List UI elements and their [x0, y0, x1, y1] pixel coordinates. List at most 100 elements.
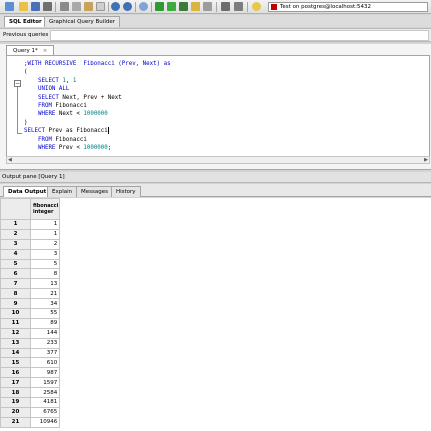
copy-icon[interactable]: [72, 2, 81, 11]
new-connection-icon[interactable]: [5, 2, 14, 11]
fibonacci-cell[interactable]: 1597: [29, 377, 61, 389]
execute-to-file-icon[interactable]: [179, 2, 188, 11]
fibonacci-cell[interactable]: 3: [29, 248, 61, 260]
execute-icon[interactable]: [155, 2, 164, 11]
fibonacci-cell[interactable]: 89: [29, 317, 61, 329]
help-icon[interactable]: [252, 2, 261, 11]
row-number[interactable]: 18: [0, 387, 31, 399]
row-number[interactable]: 20: [0, 406, 31, 418]
row-number[interactable]: 6: [0, 268, 31, 280]
table-row[interactable]: 43: [0, 248, 61, 260]
fibonacci-cell[interactable]: 34: [29, 298, 61, 310]
fibonacci-cell[interactable]: 55: [29, 308, 61, 319]
fibonacci-cell[interactable]: 1: [29, 228, 61, 240]
sql-text-area[interactable]: − ;WITH RECURSIVE Fibonacci (Prev, Next)…: [6, 55, 430, 160]
scroll-left-icon[interactable]: ◀: [8, 157, 12, 163]
table-row[interactable]: 17 1597: [0, 377, 61, 389]
table-row[interactable]: 18 2584: [0, 387, 61, 399]
row-number[interactable]: 21: [0, 416, 31, 428]
row-number[interactable]: 14: [0, 347, 31, 359]
scroll-right-icon[interactable]: ▶: [424, 157, 428, 163]
execute-pgscript-icon[interactable]: [167, 2, 176, 11]
row-number[interactable]: 8: [0, 288, 31, 300]
cancel-icon[interactable]: [203, 2, 212, 11]
editor-horizontal-scrollbar[interactable]: ◀ ▶: [6, 156, 430, 164]
table-row[interactable]: 55: [0, 258, 61, 270]
row-number[interactable]: 3: [0, 238, 31, 250]
table-row[interactable]: 21: [0, 228, 61, 240]
find-icon[interactable]: [139, 2, 148, 11]
fold-collapse-icon[interactable]: −: [14, 80, 21, 87]
table-row[interactable]: 20 6765: [0, 406, 61, 418]
row-number[interactable]: 4: [0, 248, 31, 260]
redo-icon[interactable]: [123, 2, 132, 11]
tab-messages[interactable]: Messages: [76, 186, 113, 197]
table-row[interactable]: 14 377: [0, 347, 61, 359]
explain-icon[interactable]: [191, 2, 200, 11]
table-row[interactable]: 10 55: [0, 308, 61, 319]
table-row[interactable]: 12 144: [0, 327, 61, 339]
row-number[interactable]: 15: [0, 357, 31, 369]
row-number[interactable]: 11: [0, 317, 31, 329]
data-output-grid[interactable]: fibonacci integer 1 1 2 1 3 2 4 3 5 5 6 8 7 13 8 21 9 34 10…: [0, 198, 431, 431]
table-row[interactable]: 8 21: [0, 288, 61, 300]
tab-data-output[interactable]: Data Output: [3, 186, 52, 197]
fibonacci-cell[interactable]: 1: [29, 219, 61, 230]
fibonacci-cell[interactable]: 987: [29, 367, 61, 379]
fibonacci-cell[interactable]: 5: [29, 258, 61, 270]
query-tab[interactable]: Query 1* ×: [6, 45, 55, 55]
row-number[interactable]: 12: [0, 327, 31, 339]
fibonacci-cell[interactable]: 2584: [29, 387, 61, 399]
fibonacci-cell[interactable]: 144: [29, 327, 61, 339]
row-number[interactable]: 19: [0, 397, 31, 408]
row-number[interactable]: 13: [0, 337, 31, 349]
row-number[interactable]: 9: [0, 298, 31, 310]
tab-history[interactable]: History: [111, 186, 141, 197]
indexes-icon[interactable]: [234, 2, 243, 11]
row-number[interactable]: 2: [0, 228, 31, 240]
vacuum-icon[interactable]: [221, 2, 230, 11]
save-icon[interactable]: [31, 2, 40, 11]
row-number[interactable]: 5: [0, 258, 31, 270]
table-row[interactable]: 9 34: [0, 298, 61, 310]
clear-icon[interactable]: [96, 2, 105, 11]
previous-queries-dropdown[interactable]: [50, 30, 429, 41]
table-row[interactable]: 16 987: [0, 367, 61, 379]
undo-icon[interactable]: [111, 2, 120, 11]
row-number[interactable]: 17: [0, 377, 31, 389]
open-icon[interactable]: [19, 2, 28, 11]
table-row[interactable]: 32: [0, 238, 61, 250]
save-as-icon[interactable]: [43, 2, 52, 11]
fibonacci-cell[interactable]: 13: [29, 278, 61, 290]
row-number[interactable]: 1: [0, 219, 31, 230]
fibonacci-cell[interactable]: 8: [29, 268, 61, 280]
cut-icon[interactable]: [60, 2, 69, 11]
fibonacci-cell[interactable]: 2: [29, 238, 61, 250]
grid-corner[interactable]: [0, 198, 31, 220]
table-row[interactable]: 11 89: [0, 317, 61, 329]
table-row[interactable]: 11: [0, 219, 61, 230]
connection-select[interactable]: Test on postgres@localhost:5432: [268, 2, 428, 12]
tab-sql-editor[interactable]: SQL Editor: [4, 16, 47, 27]
table-row[interactable]: 7 13: [0, 278, 61, 290]
row-number[interactable]: 10: [0, 308, 31, 319]
fibonacci-cell[interactable]: 6765: [29, 406, 61, 418]
tab-explain[interactable]: Explain: [47, 186, 78, 197]
table-row[interactable]: 15 610: [0, 357, 61, 369]
fibonacci-cell[interactable]: 21: [29, 288, 61, 300]
paste-icon[interactable]: [84, 2, 93, 11]
fibonacci-cell[interactable]: 10946: [29, 416, 61, 428]
table-row[interactable]: 13 233: [0, 337, 61, 349]
close-icon[interactable]: ×: [43, 48, 48, 54]
fibonacci-cell[interactable]: 4181: [29, 397, 61, 408]
row-number[interactable]: 7: [0, 278, 31, 290]
table-row[interactable]: 19 4181: [0, 397, 61, 408]
column-header-fibonacci[interactable]: fibonacci integer: [29, 198, 61, 220]
row-number[interactable]: 16: [0, 367, 31, 379]
fibonacci-cell[interactable]: 377: [29, 347, 61, 359]
fibonacci-cell[interactable]: 233: [29, 337, 61, 349]
table-row[interactable]: 21 10946: [0, 416, 61, 428]
table-row[interactable]: 68: [0, 268, 61, 280]
fibonacci-cell[interactable]: 610: [29, 357, 61, 369]
tab-graphical-query-builder[interactable]: Graphical Query Builder: [44, 16, 120, 27]
